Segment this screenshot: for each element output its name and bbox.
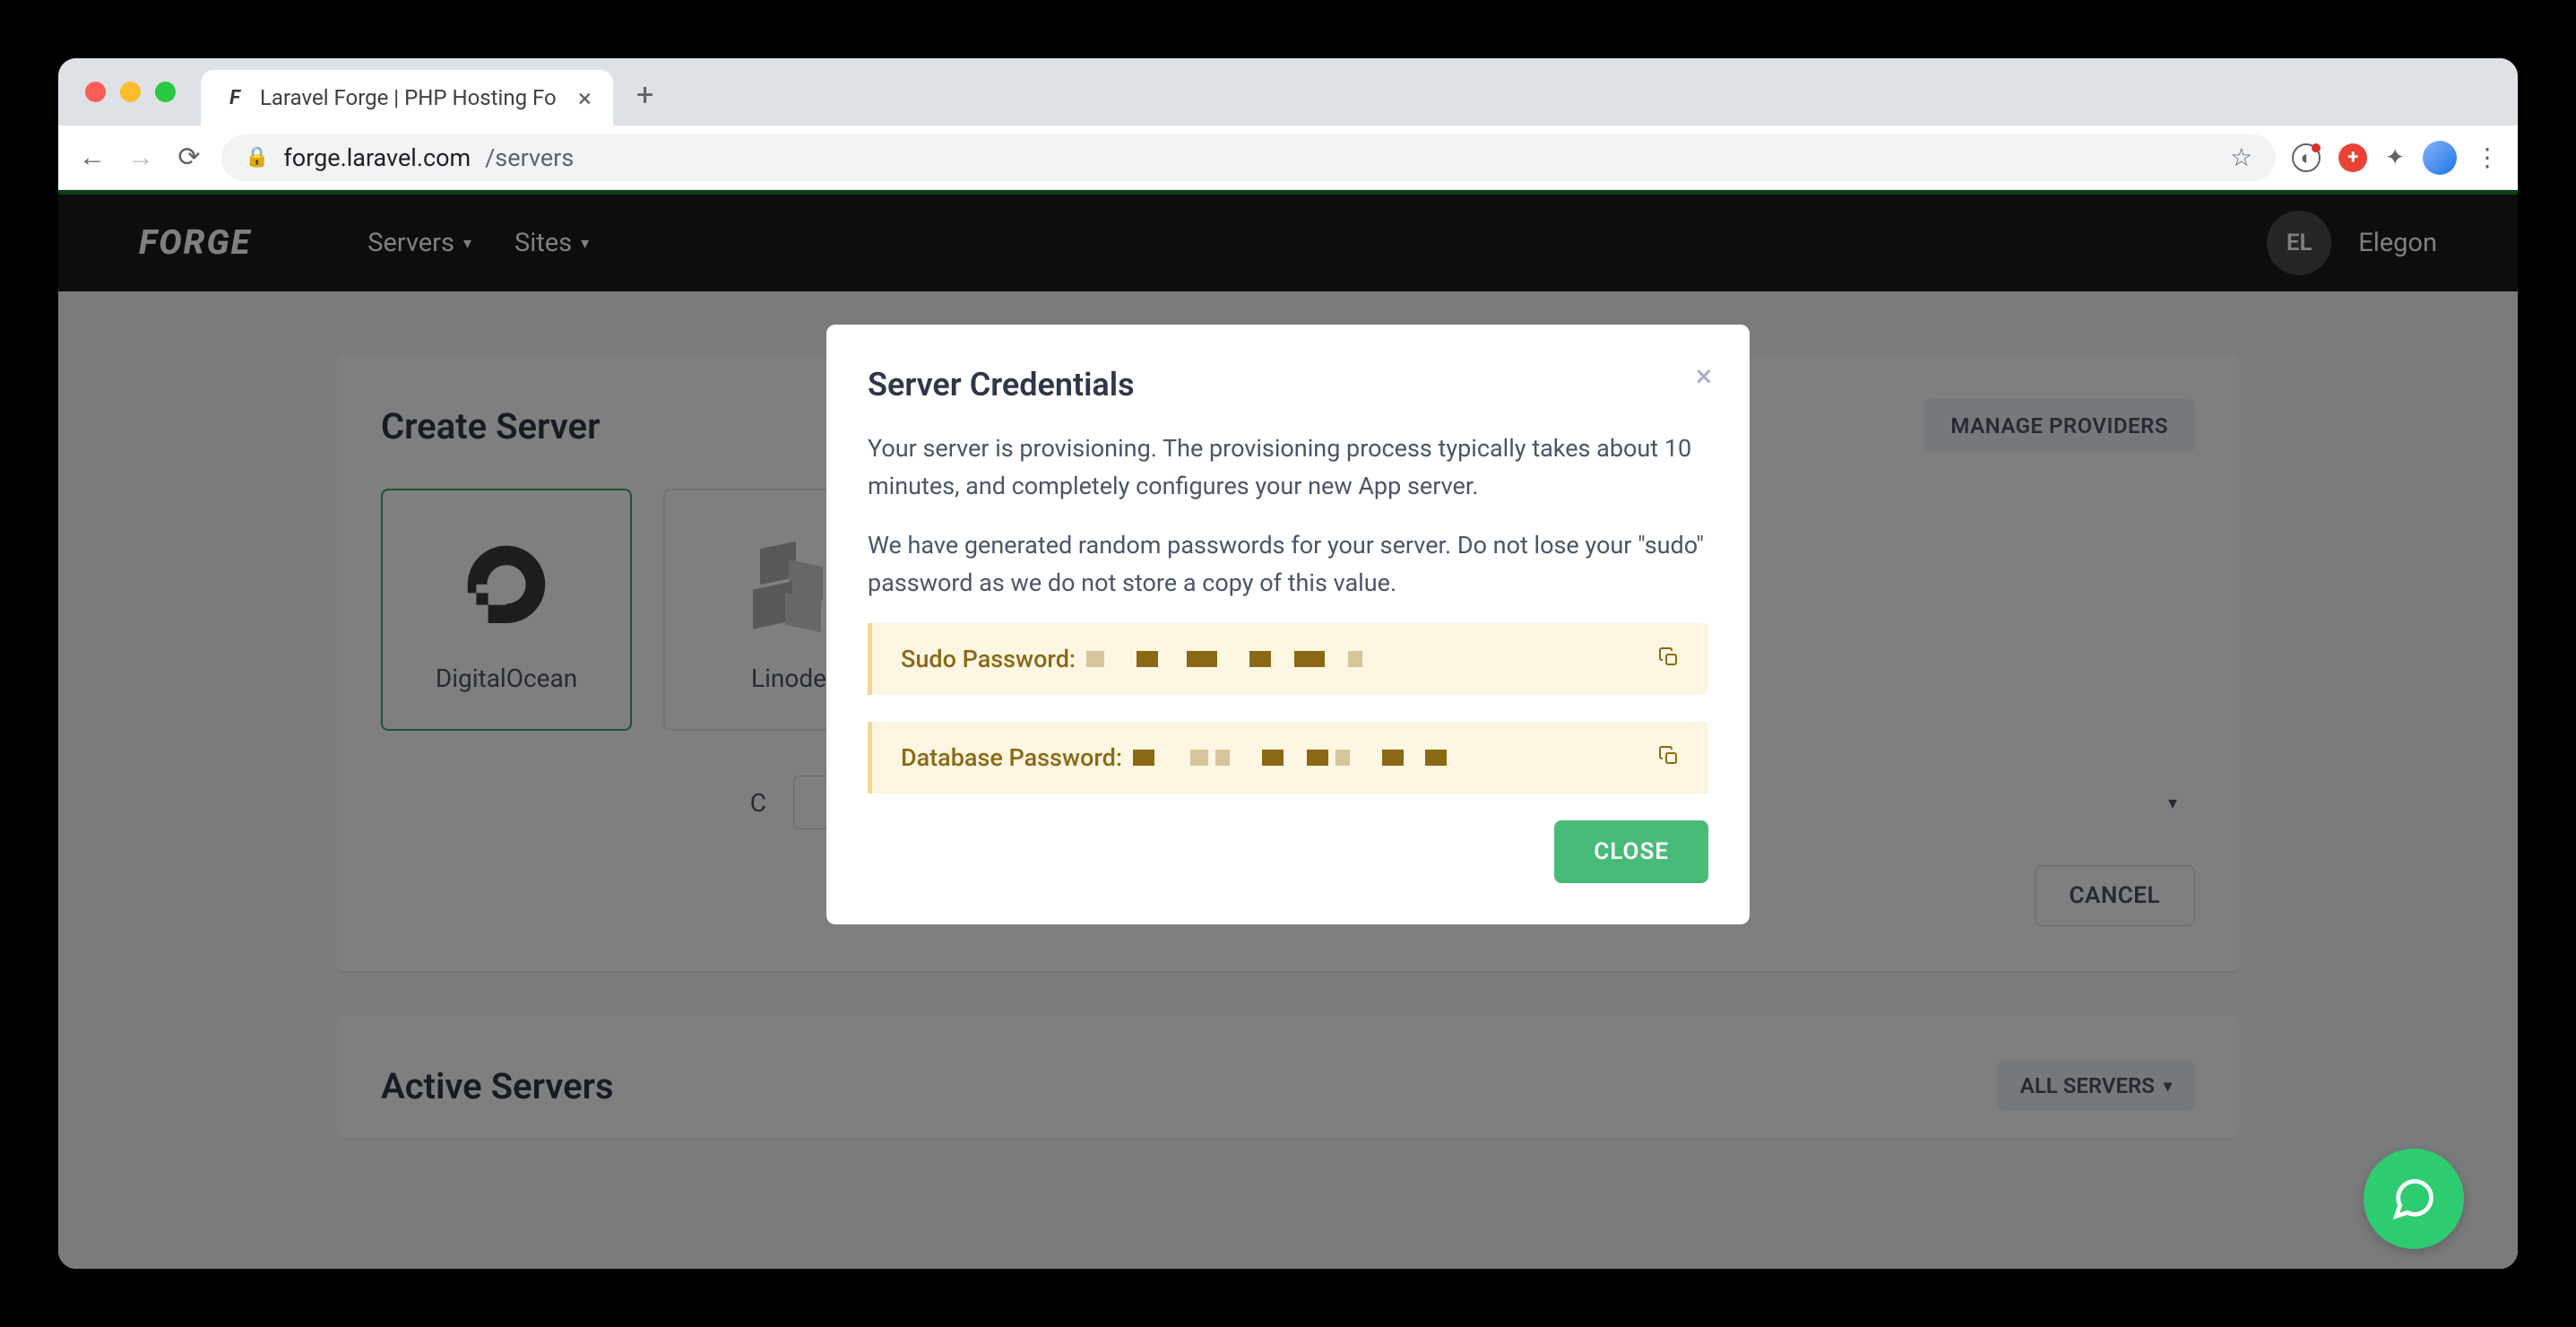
profile-avatar[interactable] [2423, 141, 2457, 175]
db-password-value [1133, 750, 1638, 766]
back-button[interactable]: ← [76, 142, 108, 173]
address-bar[interactable]: 🔒 forge.laravel.com/servers ☆ [221, 134, 2276, 181]
modal-footer: CLOSE [868, 820, 1708, 883]
sudo-password-box: Sudo Password: [868, 623, 1708, 695]
modal-overlay[interactable]: Server Credentials × Your server is prov… [58, 190, 2518, 1269]
chat-icon [2390, 1175, 2437, 1222]
server-credentials-modal: Server Credentials × Your server is prov… [826, 325, 1750, 924]
modal-close-button[interactable]: × [1696, 359, 1712, 395]
tab-close-icon[interactable]: × [578, 83, 592, 113]
sudo-password-label: Sudo Password: [901, 645, 1076, 673]
extension-icon-1[interactable]: ◐ [2292, 143, 2321, 172]
copy-sudo-icon[interactable] [1658, 646, 1680, 672]
db-password-box: Database Password: [868, 722, 1708, 794]
app-content: FORGE Servers▾ Sites▾ EL Elegon Create S… [58, 190, 2518, 1269]
new-tab-button[interactable]: + [626, 77, 653, 126]
browser-menu-icon[interactable]: ⋮ [2475, 143, 2500, 172]
browser-window: F Laravel Forge | PHP Hosting Fo × + ← →… [58, 58, 2518, 1269]
extension-icons: ◐ + ✦ ⋮ [2292, 141, 2500, 175]
copy-db-icon[interactable] [1658, 745, 1680, 770]
maximize-window-button[interactable] [155, 82, 176, 102]
close-window-button[interactable] [85, 82, 106, 102]
minimize-window-button[interactable] [120, 82, 141, 102]
url-host: forge.laravel.com [283, 143, 471, 172]
browser-tab[interactable]: F Laravel Forge | PHP Hosting Fo × [201, 70, 613, 126]
extension-icon-2[interactable]: + [2338, 143, 2367, 172]
forward-button[interactable]: → [125, 142, 157, 173]
sudo-password-value [1086, 651, 1638, 667]
tab-favicon: F [222, 85, 247, 110]
close-modal-button[interactable]: CLOSE [1554, 820, 1708, 883]
lock-icon: 🔒 [245, 146, 269, 169]
chat-fab-button[interactable] [2364, 1149, 2464, 1249]
modal-paragraph-1: Your server is provisioning. The provisi… [868, 430, 1708, 506]
modal-paragraph-2: We have generated random passwords for y… [868, 527, 1708, 603]
bookmark-star-icon[interactable]: ☆ [2230, 143, 2252, 172]
modal-title: Server Credentials [868, 366, 1708, 403]
window-controls [85, 82, 201, 126]
url-path: /servers [485, 143, 574, 172]
reload-button[interactable]: ⟳ [173, 142, 205, 173]
tab-bar: F Laravel Forge | PHP Hosting Fo × + [58, 58, 2518, 126]
extensions-puzzle-icon[interactable]: ✦ [2385, 144, 2405, 171]
url-bar: ← → ⟳ 🔒 forge.laravel.com/servers ☆ ◐ + … [58, 126, 2518, 190]
tab-title: Laravel Forge | PHP Hosting Fo [260, 85, 566, 110]
db-password-label: Database Password: [901, 743, 1122, 772]
